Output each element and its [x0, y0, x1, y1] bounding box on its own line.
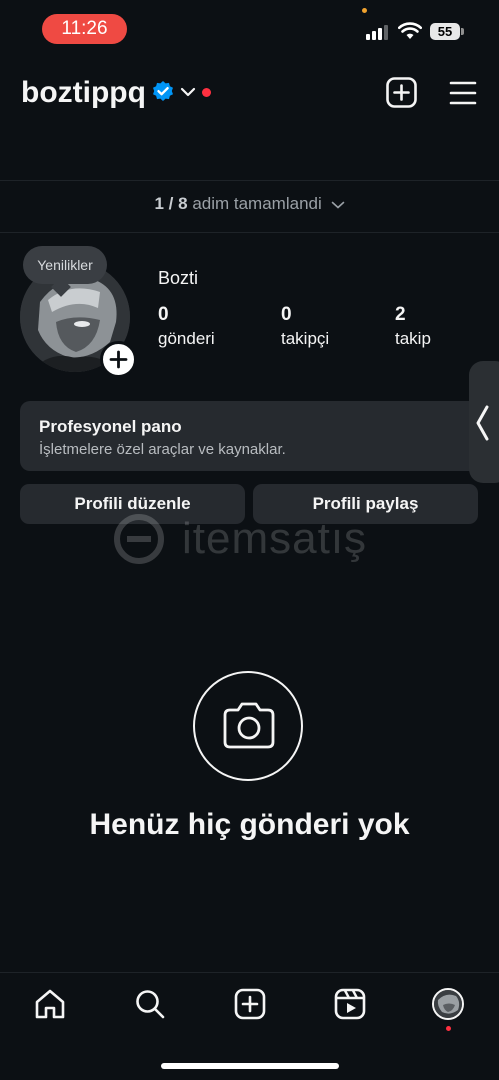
- watermark-text: itemsatış: [182, 514, 368, 563]
- profile-notification-dot: [446, 1026, 451, 1031]
- cellular-signal-icon: [366, 24, 392, 40]
- chevron-down-icon[interactable]: [180, 86, 196, 98]
- add-story-button[interactable]: [100, 341, 137, 378]
- plus-icon: [109, 350, 128, 369]
- display-name: Bozti: [158, 268, 199, 288]
- chevron-left-icon: [476, 405, 489, 441]
- progress-count: 1 / 8: [154, 194, 188, 213]
- home-indicator[interactable]: [161, 1063, 339, 1069]
- add-post-icon[interactable]: [386, 77, 417, 108]
- status-time: 11:26: [42, 14, 127, 44]
- menu-icon[interactable]: [449, 80, 477, 106]
- home-icon[interactable]: [34, 988, 66, 1020]
- chevron-down-icon: [331, 201, 344, 209]
- followers-label[interactable]: takipçi: [281, 328, 329, 350]
- onboarding-progress[interactable]: 1 / 8 adim tamamlandi: [0, 192, 499, 216]
- wifi-icon: [398, 22, 422, 39]
- following-label[interactable]: takip: [395, 328, 431, 350]
- profile-tab-avatar[interactable]: [432, 988, 464, 1020]
- pro-dashboard-subtitle: İşletmelere özel araçlar ve kaynaklar.: [39, 441, 286, 458]
- divider: [0, 180, 499, 181]
- notification-dot: [202, 88, 211, 97]
- divider: [0, 232, 499, 233]
- search-icon[interactable]: [134, 988, 166, 1020]
- verified-badge-icon: [153, 81, 173, 101]
- privacy-indicator-dot: [362, 8, 367, 13]
- progress-label: adim tamamlandi: [192, 194, 322, 213]
- divider: [0, 972, 499, 973]
- empty-state-message: Henüz hiç gönderi yok: [89, 808, 410, 841]
- following-count[interactable]: 2: [395, 303, 406, 327]
- posts-label[interactable]: gönderi: [158, 328, 215, 350]
- create-icon[interactable]: [234, 988, 266, 1020]
- notes-bubble[interactable]: Yenilikler: [23, 246, 107, 284]
- pro-dashboard-title: Profesyonel pano: [39, 417, 182, 436]
- followers-count[interactable]: 0: [281, 303, 292, 327]
- camera-icon: [223, 702, 275, 749]
- battery-cap: [461, 28, 464, 35]
- profile-username[interactable]: boztippq: [21, 74, 146, 112]
- battery-indicator: 55: [430, 23, 460, 40]
- posts-count[interactable]: 0: [158, 303, 169, 327]
- reels-icon[interactable]: [334, 988, 366, 1020]
